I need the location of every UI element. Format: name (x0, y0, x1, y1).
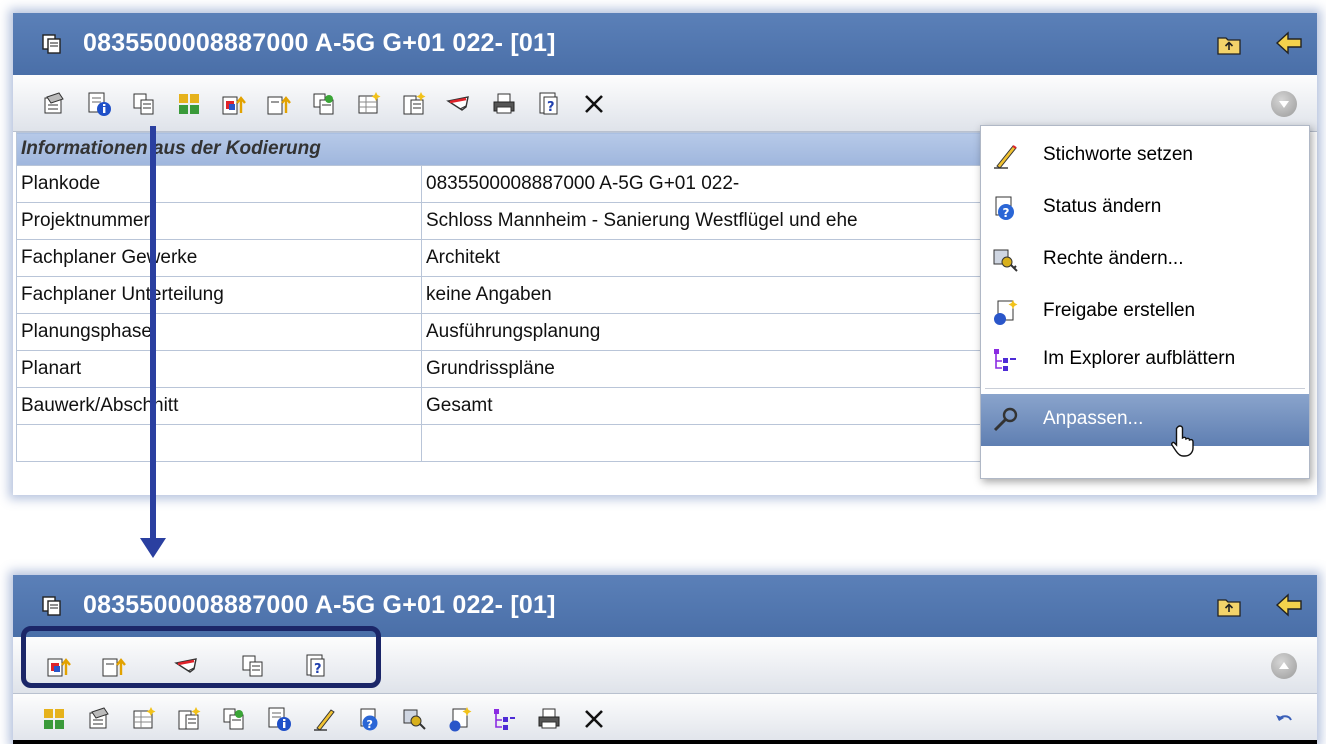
quick-toolbar-highlight (21, 626, 381, 688)
window-title: 0835500008887000 A-5G G+01 022- [01] (83, 591, 556, 619)
menu-item-rechte[interactable]: Rechte ändern... (981, 234, 1309, 286)
collapse-up-icon (1279, 662, 1289, 669)
help-doc-icon[interactable]: ? (536, 91, 562, 117)
stamp-icon[interactable] (221, 706, 247, 732)
status-icon: ? (995, 196, 1014, 220)
copy-icon[interactable] (131, 91, 157, 117)
connector-arrow-head (140, 538, 166, 558)
document-window-after: 0835500008887000 A-5G G+01 022- [01] ? ? (13, 575, 1317, 744)
menu-item-freigabe[interactable]: Freigabe erstellen (981, 286, 1309, 338)
properties-icon[interactable] (41, 91, 67, 117)
close-icon[interactable] (581, 706, 607, 732)
pencil-icon (994, 145, 1017, 169)
main-toolbar: ? (13, 75, 1317, 132)
hand-cursor-icon (1171, 425, 1194, 457)
back-arrow-icon[interactable] (1275, 593, 1303, 617)
main-toolbar: ? (13, 694, 1317, 744)
stamp-icon[interactable] (311, 91, 337, 117)
print-icon[interactable] (491, 91, 517, 117)
menu-item-explorer[interactable]: Im Explorer aufblättern (981, 334, 1309, 386)
list-add-icon[interactable] (401, 91, 427, 117)
close-icon[interactable] (581, 91, 607, 117)
row-label: Planart (16, 350, 422, 388)
row-label: Projektnummer (16, 202, 422, 240)
table-top-border (13, 740, 1317, 744)
menu-item-stichworte[interactable]: Stichworte setzen (981, 130, 1309, 182)
print-icon[interactable] (536, 706, 562, 732)
title-bar: 0835500008887000 A-5G G+01 022- [01] (13, 13, 1317, 75)
release-icon[interactable] (446, 706, 472, 732)
status-icon[interactable]: ? (356, 706, 382, 732)
row-label: Fachplaner Unterteilung (16, 276, 422, 314)
tree-icon (994, 349, 1016, 371)
row-label: Plankode (16, 165, 422, 203)
release-icon (994, 300, 1018, 325)
dropdown-icon (1279, 101, 1289, 108)
table-add-icon[interactable] (356, 91, 382, 117)
wrench-icon (993, 407, 1018, 432)
menu-item-label: Im Explorer aufblättern (1043, 348, 1236, 369)
table-add-icon[interactable] (131, 706, 157, 732)
toolbar-dropdown-menu: Stichworte setzen ? Status ändern Rechte… (980, 125, 1310, 479)
menu-item-label: Status ändern (1043, 196, 1162, 217)
info-icon[interactable] (266, 706, 292, 732)
document-stack-icon (42, 596, 61, 616)
menu-item-anpassen[interactable]: Anpassen... (981, 394, 1309, 457)
row-label-empty (16, 424, 422, 462)
row-label: Planungsphase (16, 313, 422, 351)
window-title: 0835500008887000 A-5G G+01 022- [01] (83, 29, 556, 57)
list-add-icon[interactable] (176, 706, 202, 732)
pen-sign-icon[interactable] (446, 91, 472, 117)
menu-item-status[interactable]: ? Status ändern (981, 182, 1309, 234)
color-grid-icon[interactable] (176, 91, 202, 117)
menu-item-label: Anpassen... (1043, 408, 1144, 429)
pencil-icon[interactable] (311, 706, 337, 732)
tree-icon[interactable] (491, 706, 517, 732)
svg-text:?: ? (547, 100, 555, 115)
keys-icon (993, 249, 1018, 272)
menu-separator (985, 388, 1305, 389)
svg-text:?: ? (1003, 206, 1010, 220)
menu-item-label: Stichworte setzen (1043, 144, 1193, 165)
connector-arrow-line (150, 126, 156, 546)
row-label: Fachplaner Gewerke (16, 239, 422, 277)
menu-item-label: Rechte ändern... (1043, 248, 1184, 269)
properties-icon[interactable] (86, 706, 112, 732)
document-stack-icon (42, 34, 61, 54)
undo-icon[interactable] (1271, 706, 1297, 732)
back-arrow-icon[interactable] (1275, 31, 1303, 55)
info-icon[interactable] (86, 91, 112, 117)
folder-up-icon[interactable] (1217, 33, 1241, 55)
menu-item-label: Freigabe erstellen (1043, 300, 1196, 321)
toolbar-collapse-button[interactable] (1271, 653, 1297, 679)
row-label: Bauwerk/Abschnitt (16, 387, 422, 425)
upload-icon[interactable] (266, 91, 292, 117)
keys-icon[interactable] (401, 706, 427, 732)
svg-text:?: ? (367, 718, 373, 731)
upload-red-icon[interactable] (221, 91, 247, 117)
toolbar-dropdown-button[interactable] (1271, 91, 1297, 117)
folder-up-icon[interactable] (1217, 595, 1241, 617)
color-grid-icon[interactable] (41, 706, 67, 732)
